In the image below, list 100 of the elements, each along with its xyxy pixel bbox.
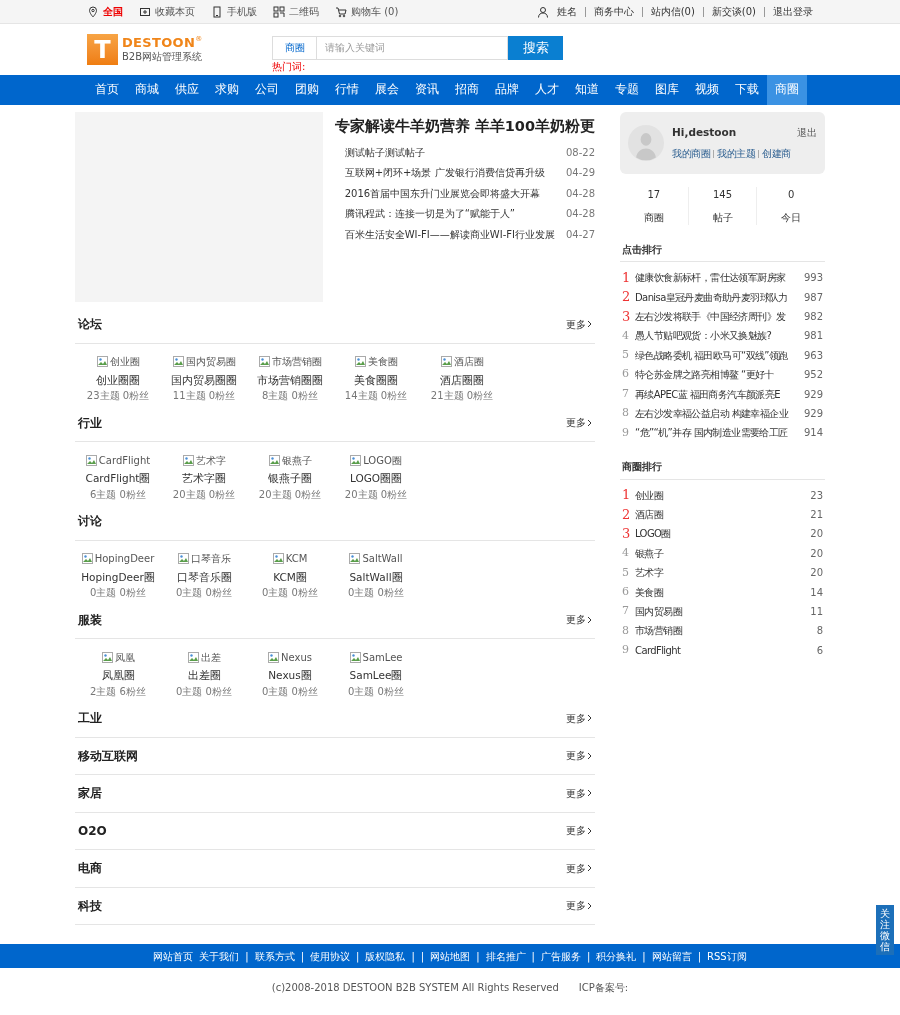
- top-link[interactable]: 二维码: [289, 4, 319, 19]
- footer-link[interactable]: |: [411, 948, 415, 964]
- user-link[interactable]: 商务中心: [593, 4, 634, 19]
- location-link[interactable]: 全国: [103, 4, 123, 19]
- more-link[interactable]: 更多: [566, 612, 592, 628]
- user-link[interactable]: 姓名: [556, 4, 577, 19]
- circle-name[interactable]: SaltWall圈: [349, 569, 403, 586]
- news-link[interactable]: 腾讯程武：连接一切是为了“赋能于人”: [344, 206, 516, 221]
- rank-link[interactable]: 左右沙发将联手《中国经济周刊》发: [635, 308, 800, 324]
- news-link[interactable]: 百米生活安全WI-FI——解读商业WI-FI行业发展: [344, 226, 555, 242]
- circle-name[interactable]: SamLee圈: [349, 668, 403, 684]
- top-link[interactable]: 手机版: [227, 4, 257, 19]
- nav-tab[interactable]: 行情: [327, 75, 367, 105]
- footer-link[interactable]: 关于我们: [199, 948, 240, 964]
- circle-name[interactable]: 国内贸易圈圈: [171, 372, 237, 389]
- circle-name[interactable]: 出差圈: [187, 668, 221, 684]
- footer-link[interactable]: |: [245, 948, 249, 964]
- nav-tab[interactable]: 人才: [527, 75, 567, 105]
- footer-link[interactable]: RSS订阅: [707, 948, 747, 964]
- nav-tab[interactable]: 首页: [87, 75, 127, 105]
- footer-link[interactable]: 联系方式: [254, 948, 295, 964]
- footer-link[interactable]: |: [642, 948, 646, 964]
- footer-link[interactable]: 广告服务: [540, 948, 581, 964]
- more-link[interactable]: 更多: [566, 823, 592, 839]
- rank-link[interactable]: Danisa皇冠丹麦曲奇助丹麦羽球队力: [635, 289, 800, 305]
- circle-name[interactable]: HopingDeer圈: [81, 569, 155, 586]
- news-link[interactable]: 2016首届中国东升门业展览会即将盛大开幕: [344, 185, 541, 201]
- rank-link[interactable]: 银燕子: [635, 545, 807, 561]
- more-link[interactable]: 更多: [566, 710, 592, 726]
- nav-tab[interactable]: 招商: [447, 75, 487, 105]
- circle-name[interactable]: 凤凰圈: [101, 668, 135, 684]
- footer-link[interactable]: 积分换礼: [596, 948, 637, 964]
- user-link[interactable]: 新交谈(0): [711, 4, 756, 19]
- more-link[interactable]: 更多: [566, 860, 592, 876]
- circle-name[interactable]: 创业圈圈: [96, 372, 140, 389]
- rank-link[interactable]: 美食圈: [635, 584, 807, 600]
- circle-name[interactable]: Nexus圈: [268, 668, 312, 684]
- rank-link[interactable]: 特仑苏金牌之路亮相博鳌 “更好十: [635, 367, 800, 383]
- footer-link[interactable]: |: [420, 948, 425, 964]
- circle-name[interactable]: 市场营销圈圈: [257, 372, 323, 389]
- nav-tab[interactable]: 公司: [247, 75, 287, 105]
- circle-name[interactable]: 银燕子圈: [268, 471, 312, 487]
- search-field[interactable]: 请输入关键词: [317, 35, 508, 60]
- more-link[interactable]: 更多: [566, 898, 592, 914]
- circle-name[interactable]: 美食圈圈: [354, 372, 398, 389]
- more-link[interactable]: 更多: [566, 785, 592, 801]
- news-link[interactable]: 互联网+闭环+场景 广发银行消费信贷再升级: [344, 165, 545, 180]
- rank-link[interactable]: 愚人节贴吧观货：小米又换魅族?: [635, 328, 800, 344]
- top-link[interactable]: 购物车 (0): [351, 4, 399, 19]
- rank-link[interactable]: 再续APEC蓝 福田商务汽车颜派亮E: [635, 386, 800, 402]
- circle-name[interactable]: LOGO圈圈: [349, 471, 403, 487]
- rank-link[interactable]: 国内贸易圈: [635, 604, 807, 620]
- nav-tab[interactable]: 知道: [567, 75, 607, 105]
- rank-link[interactable]: 左右沙发幸福公益启动 构建幸福企业: [635, 405, 800, 421]
- more-link[interactable]: 更多: [566, 316, 592, 332]
- nav-tab[interactable]: 资讯: [407, 75, 447, 105]
- more-link[interactable]: 更多: [566, 748, 592, 764]
- nav-tab[interactable]: 展会: [367, 75, 407, 105]
- rank-link[interactable]: 健康饮食新标杆，雷仕达领军厨房家: [635, 270, 800, 286]
- user-card-link[interactable]: 我的商圈: [672, 146, 710, 162]
- search-button[interactable]: 搜索: [508, 35, 563, 60]
- circle-name[interactable]: CardFlight圈: [85, 471, 151, 487]
- rank-link[interactable]: “危”“机”并存 国内制造业需要给工匠: [635, 425, 800, 441]
- search-scope-selector[interactable]: 商圈: [272, 35, 317, 60]
- rank-link[interactable]: 创业圈: [635, 487, 807, 503]
- nav-tab[interactable]: 品牌: [487, 75, 527, 105]
- circle-name[interactable]: 酒店圈圈: [440, 372, 484, 389]
- footer-link[interactable]: 使用协议: [310, 948, 351, 964]
- footer-link[interactable]: |: [531, 948, 535, 964]
- news-link[interactable]: 测试帖子测试帖子: [344, 144, 425, 160]
- footer-link[interactable]: |: [356, 948, 360, 964]
- circle-name[interactable]: KCM圈: [273, 569, 307, 586]
- nav-tab[interactable]: 视频: [687, 75, 727, 105]
- footer-link[interactable]: |: [586, 948, 591, 964]
- nav-tab[interactable]: 专题: [607, 75, 647, 105]
- user-card-link[interactable]: 创建商: [762, 146, 791, 162]
- user-link[interactable]: 站内信(0): [650, 4, 695, 19]
- circle-name[interactable]: 艺术字圈: [182, 471, 226, 487]
- user-link[interactable]: 退出登录: [773, 4, 813, 19]
- nav-tab[interactable]: 供应: [167, 75, 207, 105]
- footer-link[interactable]: 版权隐私: [365, 948, 406, 964]
- rank-link[interactable]: 艺术字: [635, 565, 807, 581]
- footer-link[interactable]: 网站留言: [651, 948, 692, 964]
- rank-link[interactable]: LOGO圈: [635, 526, 807, 542]
- headline-title[interactable]: 专家解读牛羊奶营养 羊羊100羊奶粉更: [334, 116, 595, 138]
- footer-link[interactable]: |: [300, 948, 305, 964]
- nav-tab[interactable]: 求购: [207, 75, 247, 105]
- top-link[interactable]: 收藏本页: [155, 4, 195, 19]
- footer-link[interactable]: |: [697, 948, 702, 964]
- footer-link[interactable]: 排名推广: [485, 948, 526, 964]
- circle-name[interactable]: 口琴音乐圈: [176, 569, 232, 586]
- user-card-link[interactable]: 我的主题: [717, 146, 755, 162]
- logout-link[interactable]: 退出: [797, 125, 817, 140]
- rank-link[interactable]: 绿色战略委机 福田欧马可“双线”领跑: [635, 347, 800, 363]
- rank-link[interactable]: 市场营销圈: [635, 623, 813, 639]
- nav-tab[interactable]: 团购: [287, 75, 327, 105]
- nav-tab[interactable]: 图库: [647, 75, 687, 105]
- nav-tab[interactable]: 下载: [727, 75, 767, 105]
- nav-tab[interactable]: 商城: [127, 75, 167, 105]
- more-link[interactable]: 更多: [566, 415, 592, 431]
